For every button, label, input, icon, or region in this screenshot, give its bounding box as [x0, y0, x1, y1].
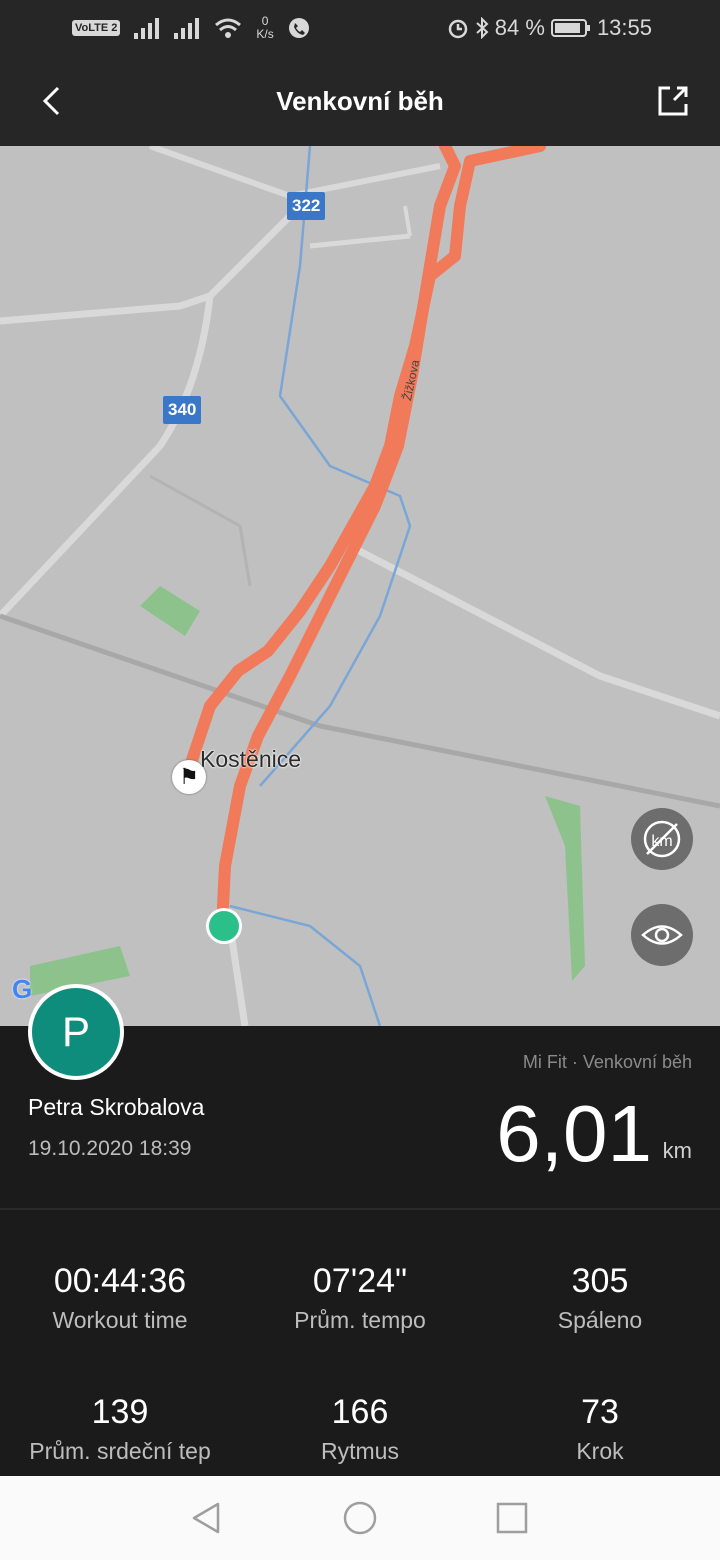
- route-map[interactable]: 322 340 Žižkova Kostěnice ⚑ km G: [0, 146, 720, 1026]
- stat-value: 07'24": [312, 1262, 408, 1300]
- toggle-km-button[interactable]: km: [631, 808, 693, 870]
- data-source: Mi Fit · Venkovní běh: [522, 1052, 692, 1072]
- alarm-icon: [448, 19, 468, 39]
- km-off-icon: km: [643, 820, 681, 858]
- battery-percent: 84 %: [494, 15, 545, 40]
- stat-workout-time: 00:44:36 Workout time: [0, 1262, 240, 1334]
- signal-icon: [134, 18, 160, 39]
- toggle-visibility-button[interactable]: [631, 904, 693, 966]
- network-speed: 0 K/s: [256, 14, 274, 41]
- distance-unit: km: [662, 1138, 692, 1163]
- user-name: Petra Skrobalova: [28, 1094, 205, 1120]
- map-canvas: [0, 146, 720, 1026]
- system-nav-bar: [0, 1476, 720, 1560]
- start-point-icon: [206, 908, 242, 944]
- place-label: Kostěnice: [200, 746, 302, 772]
- stat-value: 73: [581, 1393, 619, 1431]
- stat-value: 166: [331, 1393, 389, 1431]
- phone-icon: [288, 18, 309, 38]
- road-badge-322: 322: [287, 192, 326, 220]
- clock: 13:55: [596, 15, 652, 40]
- road-badge-340: 340: [163, 396, 202, 424]
- stat-label: Prům. tempo: [294, 1307, 426, 1333]
- stat-value: 00:44:36: [53, 1262, 187, 1300]
- nav-recents-icon[interactable]: [492, 1498, 532, 1538]
- signal-icon-2: [174, 18, 200, 39]
- avatar[interactable]: P: [28, 984, 124, 1080]
- wifi-icon: [215, 18, 242, 38]
- stat-label: Workout time: [52, 1307, 188, 1333]
- stat-value: 305: [571, 1262, 629, 1300]
- workout-date: 19.10.2020 18:39: [28, 1137, 192, 1160]
- finish-flag-icon: ⚑: [172, 760, 206, 794]
- stat-calories: 305 Spáleno: [480, 1262, 720, 1334]
- stat-label: Rytmus: [321, 1438, 399, 1464]
- page-title: Venkovní běh: [276, 86, 444, 116]
- google-logo: G: [12, 974, 33, 1004]
- nav-home-icon[interactable]: [340, 1498, 380, 1538]
- stat-label: Prům. srdeční tep: [29, 1438, 211, 1464]
- stats-grid: 00:44:36 Workout time 07'24" Prům. tempo…: [0, 1210, 720, 1476]
- app-header: Venkovní běh: [0, 56, 720, 146]
- stat-avg-heart-rate: 139 Prům. srdeční tep: [0, 1393, 240, 1465]
- battery-icon: [550, 19, 590, 37]
- share-icon[interactable]: [650, 78, 696, 124]
- distance-value: 6,01: [496, 1089, 652, 1178]
- stat-stride: 73 Krok: [480, 1393, 720, 1465]
- nav-back-icon[interactable]: [186, 1498, 226, 1538]
- eye-icon: [641, 925, 683, 945]
- stat-cadence: 166 Rytmus: [240, 1393, 480, 1465]
- stat-label: Spáleno: [557, 1307, 643, 1333]
- stat-value: 139: [91, 1393, 149, 1431]
- stat-label: Krok: [576, 1438, 624, 1464]
- status-bar: VoLTE 2 0 K/s 84 % 13:55: [0, 0, 720, 56]
- stat-avg-pace: 07'24" Prům. tempo: [240, 1262, 480, 1334]
- bluetooth-icon: [476, 17, 489, 39]
- volte-icon: VoLTE 2: [72, 20, 121, 36]
